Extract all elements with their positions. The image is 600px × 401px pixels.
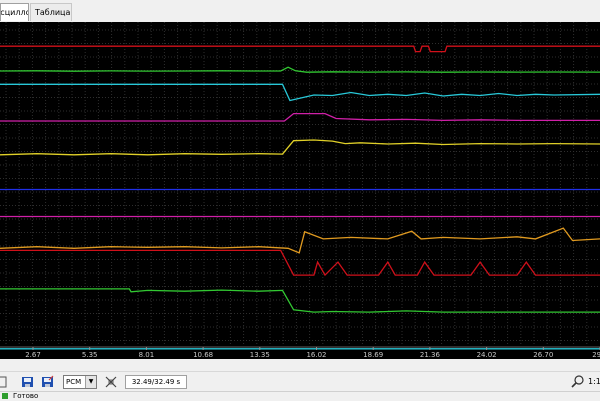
mode-select-value: PCM — [66, 378, 82, 386]
plot-canvas: 2.67 5.35 8.01 10.68 13.35 16.02 18.69 21.36 24.… — [0, 22, 600, 359]
cursor-cross-icon[interactable] — [103, 374, 119, 390]
search-icon[interactable] — [570, 374, 586, 390]
tab-oscillograph[interactable]: Осциллограф — [0, 3, 29, 21]
status-ok-icon — [2, 393, 8, 399]
time-tick-label: 26.70 — [533, 351, 553, 359]
signal-traces — [0, 45, 600, 350]
time-tick-label: 2.67 — [25, 351, 41, 359]
bottom-toolbar: PCM ▼ 32.49/32.49 s 1:1 — [0, 371, 600, 392]
signal-trace-9 — [0, 249, 600, 277]
signal-trace-2 — [0, 66, 600, 73]
zoom-icon[interactable] — [0, 374, 10, 390]
tab-bar: Осциллограф Таблица — [0, 0, 600, 23]
time-tick-label: 18.69 — [363, 351, 383, 359]
time-tick-label: 10.68 — [193, 351, 213, 359]
time-tick-label: 13.35 — [250, 351, 270, 359]
signal-trace-5 — [0, 139, 600, 156]
mode-select[interactable]: PCM ▼ — [63, 375, 97, 389]
save-file-icon[interactable] — [40, 374, 56, 390]
signal-trace-3 — [0, 83, 600, 102]
chevron-down-icon: ▼ — [85, 376, 96, 388]
time-tick-label: 8.01 — [139, 351, 155, 359]
time-tick-label: 16.02 — [306, 351, 326, 359]
oscillograph-plot[interactable]: 2.67 5.35 8.01 10.68 13.35 16.02 18.69 21.36 24.… — [0, 22, 600, 359]
time-tick-label: 21.36 — [420, 351, 441, 359]
zoom-level: 1:1 — [588, 377, 600, 386]
tab-table[interactable]: Таблица — [30, 3, 72, 21]
signal-trace-8 — [0, 227, 600, 254]
time-position-field: 32.49/32.49 s — [125, 375, 187, 389]
time-tick-label: 29.3 — [592, 351, 600, 359]
time-tick-label: 24.02 — [477, 351, 497, 359]
signal-trace-1 — [0, 45, 600, 53]
time-tick-label: 5.35 — [82, 351, 98, 359]
open-file-icon[interactable] — [20, 374, 36, 390]
signal-trace-4 — [0, 112, 600, 122]
